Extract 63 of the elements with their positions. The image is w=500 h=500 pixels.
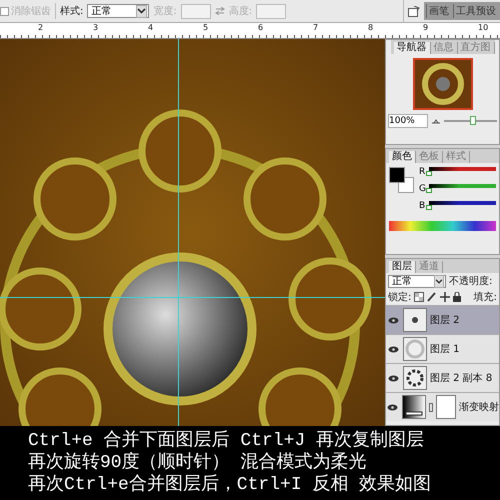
layer-row[interactable]: 渐变映射 [386,392,499,421]
color-swatches[interactable] [389,167,413,193]
eye-icon[interactable] [388,346,398,352]
slider-thumb[interactable] [426,205,432,210]
panel-tab[interactable]: 颜色 [389,151,416,163]
zoom-out-icon[interactable] [432,118,440,124]
panel-tab[interactable]: 画笔 [426,4,451,18]
blend-mode-dropdown[interactable]: 正常 [388,274,446,288]
panel-tab[interactable]: 图层 [389,261,416,273]
slider-thumb[interactable] [426,171,432,176]
slider-thumb[interactable] [470,116,476,125]
channel-label: B [419,201,425,211]
caret-icon [137,8,146,14]
caption-text: 再次旋转90度（顺时针） 混合模式为柔光 [28,452,368,474]
layer-thumbnail [404,309,426,331]
caption-text: 再次Ctrl+e合并图层后，Ctrl+I 反相 效果如图 [28,474,432,496]
zoom-field[interactable]: 100% [388,114,428,128]
color-spectrum[interactable] [389,221,496,231]
link-icon [428,402,433,412]
palette-icon[interactable] [408,6,420,16]
gradient-map-thumbnail [402,396,425,418]
layer-thumbnail [404,338,426,360]
caret-icon [435,278,443,284]
lock-label: 锁定: [388,290,412,304]
brush-icon[interactable] [427,292,438,302]
ruler-number: 4 [148,23,154,32]
opacity-label: 不透明度: [449,274,492,288]
height-label: 高度: [228,4,252,18]
ruler-number: 6 [258,23,264,32]
panel-tab[interactable]: 工具预设 [453,4,498,18]
ruler-number: 9 [423,23,430,32]
panel-tab[interactable]: 导航器 [394,42,430,54]
move-icon[interactable] [440,292,450,302]
caption-text: Ctrl+e 合并下面图层后 Ctrl+J 再次复制图层 [28,430,426,452]
layer-row[interactable]: 图层 2 [386,305,499,334]
style-label: 样式: [60,4,84,18]
layer-row[interactable]: 图层 1 [386,334,499,363]
height-field[interactable] [256,4,286,18]
channel-slider[interactable] [429,184,496,194]
channel-slider[interactable] [429,167,496,177]
fill-label: 填充: [474,290,497,304]
eye-icon[interactable] [388,316,398,324]
lock-icon[interactable] [453,292,462,302]
channel-slider[interactable] [429,201,496,211]
width-field[interactable] [180,4,211,18]
channel-label: G [419,184,425,194]
preview-thumbnail [412,58,472,110]
ruler-number: 3 [93,23,100,32]
checkerboard-icon[interactable] [414,292,424,302]
ruler-number: 5 [203,23,210,32]
ruler-number: 7 [313,23,320,32]
ruler-number: 8 [368,23,374,32]
layer-mask-thumbnail [436,395,456,419]
layer-thumbnail [404,367,426,389]
layer-row[interactable]: 图层 2 副本 8 [386,363,499,392]
eye-icon[interactable] [388,374,398,382]
ruler-number: 2 [38,23,44,32]
eye-icon[interactable] [386,404,398,410]
width-label: 宽度: [153,4,177,18]
channel-label: R [419,167,425,177]
slider-thumb[interactable] [426,188,432,193]
style-dropdown[interactable]: 正常 [87,4,150,18]
ruler-number: 10 [478,23,487,32]
